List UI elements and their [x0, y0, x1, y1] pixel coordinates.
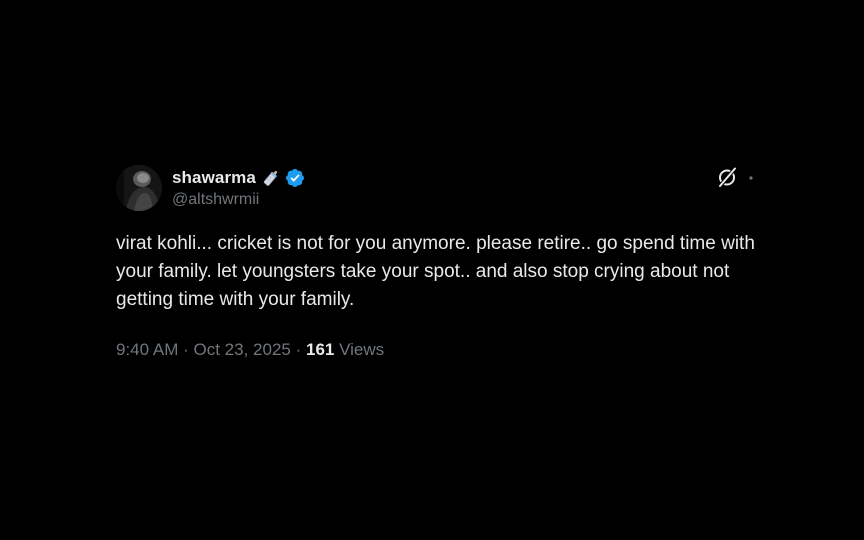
display-name[interactable]: shawarma — [172, 168, 256, 188]
meta-separator-2: · — [295, 340, 302, 359]
tweet-card: shawarma @altshwrmii virat kohli... cric… — [116, 164, 756, 360]
more-dots-icon[interactable] — [744, 166, 758, 188]
grok-icon[interactable] — [716, 166, 738, 188]
avatar-photo-icon — [116, 165, 162, 211]
tweet-screenshot-page: shawarma @altshwrmii virat kohli... cric… — [0, 0, 864, 540]
tweet-time: 9:40 AM — [116, 340, 179, 359]
tweet-meta: 9:40 AM · Oct 23, 2025 · 161 Views — [116, 340, 756, 360]
user-handle[interactable]: @altshwrmii — [172, 191, 305, 209]
user-info: shawarma @altshwrmii — [172, 166, 305, 209]
views-count: 161 — [306, 340, 335, 359]
meta-separator: · — [183, 340, 189, 359]
tweet-header: shawarma @altshwrmii — [116, 164, 756, 212]
avatar[interactable] — [116, 165, 162, 211]
tweet-text: virat kohli... cricket is not for you an… — [116, 233, 755, 310]
baby-bottle-icon — [263, 170, 278, 186]
tweet-time-link[interactable]: 9:40 AM · Oct 23, 2025 — [116, 340, 291, 359]
verified-badge-icon[interactable] — [285, 168, 305, 188]
name-row: shawarma — [172, 166, 305, 190]
tweet-date: Oct 23, 2025 — [193, 340, 291, 359]
views-label: Views — [339, 340, 385, 359]
